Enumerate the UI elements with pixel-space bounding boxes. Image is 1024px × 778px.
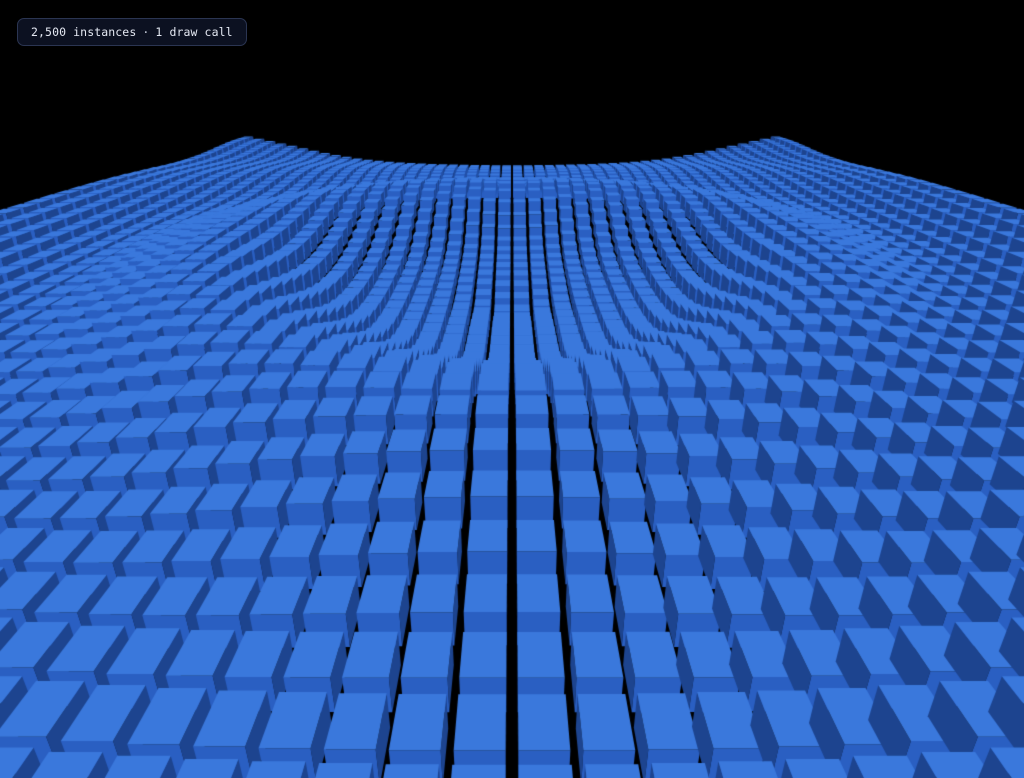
instances-count: 2,500 instances: [31, 25, 137, 39]
stats-separator: ·: [142, 25, 150, 39]
stats-badge: 2,500 instances · 1 draw call: [17, 18, 247, 46]
render-viewport[interactable]: 2,500 instances · 1 draw call: [0, 0, 1024, 778]
draw-call-count: 1 draw call: [155, 25, 233, 39]
instanced-cubes-canvas[interactable]: [0, 0, 1024, 778]
